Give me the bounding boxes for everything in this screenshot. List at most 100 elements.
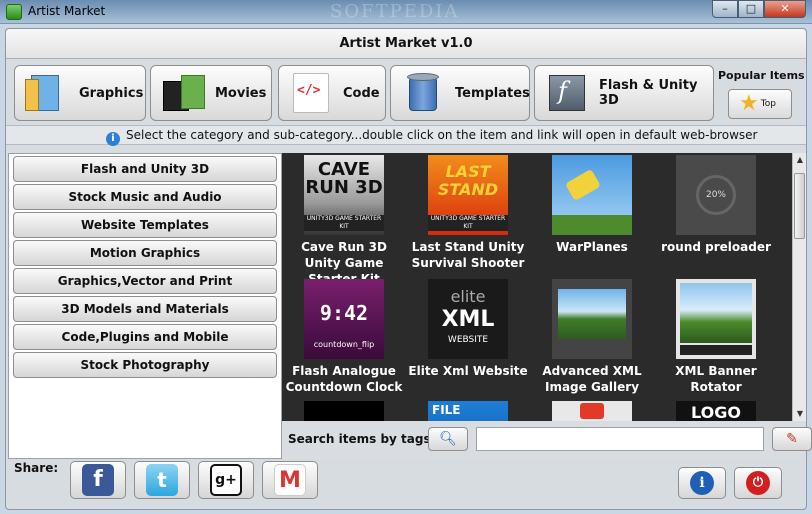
tag-search-input[interactable] (476, 427, 764, 451)
category-graphics-button[interactable]: Graphics (14, 65, 146, 121)
grid-item[interactable] (282, 401, 406, 421)
subcategory-item[interactable]: Graphics,Vector and Print (13, 268, 277, 294)
window-title: Artist Market (28, 4, 106, 18)
clear-search-button[interactable]: ✎ (772, 427, 812, 451)
info-icon: i (106, 132, 120, 146)
category-label: Graphics (79, 85, 144, 101)
category-templates-button[interactable]: Templates (390, 65, 530, 121)
grid-item[interactable]: XML Banner Rotator (654, 279, 778, 395)
subcategory-item[interactable]: Stock Photography (13, 352, 277, 378)
item-thumbnail: FILE (428, 401, 508, 421)
paint-can-icon (401, 71, 445, 115)
thumbnail-subtext: countdown_flip (313, 340, 375, 349)
item-thumbnail: 20% (676, 155, 756, 235)
close-button[interactable]: ✕ (764, 0, 806, 18)
thumbnail-text: LOGO (691, 403, 741, 421)
category-label: Flash & Unity 3D (599, 78, 698, 108)
grid-item[interactable]: WarPlanes (530, 155, 654, 255)
google-plus-share-button[interactable]: g+ (198, 461, 254, 499)
window-controls: – □ ✕ (712, 0, 806, 18)
subcategory-item[interactable]: Code,Plugins and Mobile (13, 324, 277, 350)
twitter-share-button[interactable]: t (134, 461, 190, 499)
share-label: Share: (14, 461, 59, 475)
ground-graphic (552, 215, 632, 235)
item-thumbnail (552, 279, 632, 359)
item-thumbnail: CAVE RUN 3D UNITY3D GAME STARTER KIT (304, 155, 384, 235)
subcategory-list: Flash and Unity 3D Stock Music and Audio… (8, 153, 282, 459)
scrollbar-thumb[interactable] (794, 173, 805, 239)
star-icon: ★ (739, 91, 759, 116)
item-thumbnail: elite XML WEBSITE (428, 279, 508, 359)
search-button[interactable]: 🔍︎ (428, 427, 468, 451)
exit-button[interactable]: ⏻ (734, 467, 782, 499)
red-shape (580, 403, 604, 419)
item-caption: Last Stand Unity Survival Shooter (411, 240, 525, 270)
grid-item[interactable]: FILE (406, 401, 530, 421)
subcategory-item[interactable]: Website Templates (13, 212, 277, 238)
thumbnail-text: CAVE RUN 3D (305, 159, 383, 198)
thumbnail-text: 9:42 (319, 301, 369, 325)
category-movies-button[interactable]: Movies (150, 65, 272, 121)
item-caption: Elite Xml Website (408, 364, 528, 378)
gmail-share-button[interactable]: M (262, 461, 318, 499)
item-thumbnail: LAST STAND UNITY3D GAME STARTER KIT (428, 155, 508, 235)
main-frame: Artist Market v1.0 Graphics Movies </> C… (5, 28, 812, 510)
gmail-icon: M (274, 464, 306, 496)
item-caption: WarPlanes (556, 240, 628, 254)
facebook-share-button[interactable]: f (70, 461, 126, 499)
items-grid: CAVE RUN 3D UNITY3D GAME STARTER KIT Cav… (282, 153, 792, 421)
grid-item[interactable] (530, 401, 654, 421)
landscape-image (558, 289, 626, 339)
info-bar: i Select the category and sub-category...… (6, 125, 806, 146)
search-label: Search items by tags (288, 432, 431, 446)
item-caption: XML Banner Rotator (675, 364, 757, 394)
thumbnail-subtext: UNITY3D GAME STARTER KIT (428, 215, 508, 231)
grid-item[interactable]: 9:42 countdown_flip Flash Analogue Count… (282, 279, 406, 395)
scroll-down-arrow-icon[interactable]: ▼ (793, 407, 807, 421)
grid-item[interactable]: LOGO (654, 401, 778, 421)
grid-item[interactable]: Advanced XML Image Gallery (530, 279, 654, 395)
search-row: Search items by tags 🔍︎ ✎ (282, 421, 812, 459)
eraser-icon: ✎ (786, 431, 798, 447)
maximize-button[interactable]: □ (738, 0, 764, 18)
landscape-image (680, 283, 752, 343)
minimize-button[interactable]: – (712, 0, 738, 18)
item-thumbnail (552, 401, 632, 421)
grid-item[interactable]: LAST STAND UNITY3D GAME STARTER KIT Last… (406, 155, 530, 271)
subcategory-item[interactable]: Flash and Unity 3D (13, 156, 277, 182)
about-button[interactable]: i (678, 467, 726, 499)
category-label: Movies (215, 85, 267, 101)
item-caption: Flash Analogue Countdown Clock (285, 364, 403, 394)
thumbnail-text: 20% (696, 175, 736, 215)
grid-item[interactable]: 20% round preloader (654, 155, 778, 255)
category-flash-unity-button[interactable]: f Flash & Unity 3D (534, 65, 714, 121)
item-thumbnail (304, 401, 384, 421)
grid-scrollbar[interactable]: ▲ ▼ (792, 153, 806, 421)
magnifier-icon: 🔍︎ (439, 431, 457, 447)
subcategory-item[interactable]: Stock Music and Audio (13, 184, 277, 210)
thumbnail-text: XML (441, 307, 495, 332)
twitter-icon: t (146, 464, 178, 496)
subcategory-item[interactable]: 3D Models and Materials (13, 296, 277, 322)
app-header-title: Artist Market v1.0 (6, 29, 806, 59)
thumbnail-text: elite (450, 287, 486, 306)
item-caption: Advanced XML Image Gallery (542, 364, 642, 394)
app-icon (6, 4, 22, 20)
category-code-button[interactable]: </> Code (278, 65, 386, 121)
item-caption: round preloader (661, 240, 771, 254)
subcategory-item[interactable]: Motion Graphics (13, 240, 277, 266)
graphics-icon (25, 71, 69, 115)
grid-item[interactable]: CAVE RUN 3D UNITY3D GAME STARTER KIT Cav… (282, 155, 406, 287)
category-label: Templates (455, 85, 530, 101)
thumbnail-text: FILE (432, 403, 461, 417)
item-thumbnail (552, 155, 632, 235)
thumbnail-subtext: UNITY3D GAME STARTER KIT (304, 215, 384, 231)
grid-item[interactable]: elite XML WEBSITE Elite Xml Website (406, 279, 530, 379)
flash-icon: f (545, 71, 589, 115)
scroll-up-arrow-icon[interactable]: ▲ (793, 153, 807, 167)
google-plus-icon: g+ (210, 464, 242, 496)
code-icon: </> (289, 71, 333, 115)
top-items-button[interactable]: ★ Top (728, 89, 792, 119)
facebook-icon: f (82, 464, 114, 496)
info-icon: i (690, 471, 714, 495)
